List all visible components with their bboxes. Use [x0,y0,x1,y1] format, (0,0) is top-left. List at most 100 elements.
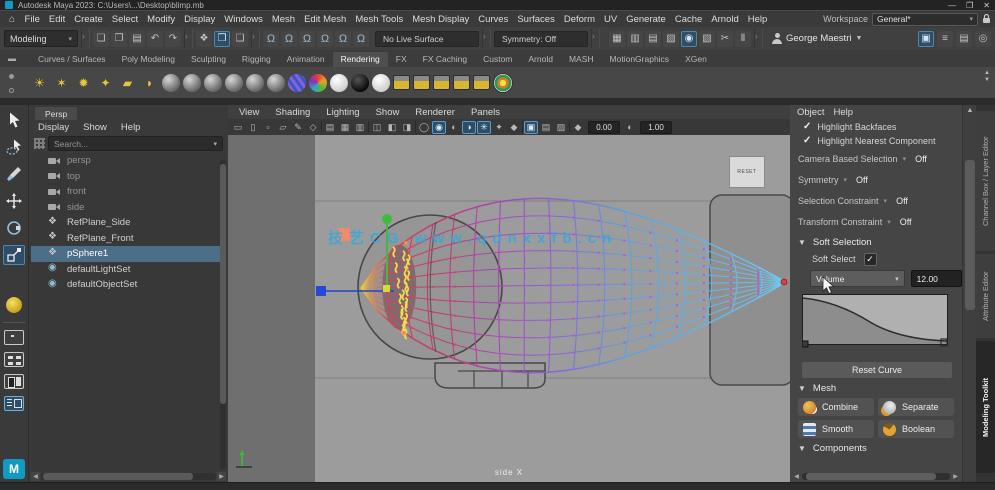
menu-item[interactable]: Mesh Tools [351,14,408,25]
shelf-tab[interactable]: FX Caching [415,52,475,67]
move-tool[interactable] [3,191,25,211]
select-component-icon[interactable]: ❑ [232,30,248,47]
camera-select-icon[interactable]: ▭ [231,121,245,134]
snap-to-grid-icon[interactable]: ▣ [524,120,538,134]
select-object-icon[interactable]: ❒ [214,30,230,47]
ipr-render-icon[interactable]: ▥ [627,30,643,47]
sidebar-vertical-tab[interactable]: Modeling Toolkit [976,341,995,473]
outliner-item[interactable]: side [31,200,226,216]
layout-two-pane-button[interactable] [4,374,24,389]
occlusion-icon[interactable]: ◨ [400,121,414,134]
material-ball-1[interactable] [162,73,180,92]
viewport-canvas[interactable]: 技艺CG www.qdnxxfb.cn RESET side X [228,135,790,483]
material-ball-6[interactable] [267,73,285,92]
outliner-item[interactable]: front [31,184,226,200]
vp-div-2[interactable] [368,121,369,133]
area-light-icon[interactable]: ▰ [118,73,137,92]
white-shader-ball-2[interactable] [372,73,390,92]
toolkit-vertical-scrollbar[interactable]: ▲ [962,105,977,483]
select-hierarchy-icon[interactable]: ❖ [196,30,212,47]
menu-item[interactable]: Edit Mesh [300,14,351,25]
vp-div-3[interactable] [415,121,416,133]
material-ball-5[interactable] [246,73,264,92]
outliner-item[interactable]: defaultLightSet [31,262,226,278]
use-default-material-icon[interactable]: ◫ [370,121,384,134]
soft-select-checkbox[interactable]: ✓ [863,252,877,266]
smooth-shade-icon[interactable]: ▦ [338,121,352,134]
toolbar-separator[interactable] [754,29,763,48]
symmetry-field[interactable]: Symmetry: Off [494,30,588,47]
cut-icon[interactable]: ✂ [717,30,733,47]
viewport-menu-item[interactable]: Shading [267,107,318,118]
scale-tool[interactable] [3,245,25,265]
render-target-icon[interactable] [493,72,513,93]
account-menu[interactable]: George Maestri ▼ [772,33,862,44]
shelf-tab[interactable]: Rigging [234,52,279,67]
gamma-field[interactable]: 1.00 [640,120,672,134]
channel-box-toggle-icon[interactable]: ▤ [956,30,972,47]
screen-space-ao-icon[interactable]: ✳ [477,120,491,134]
grease-pencil-icon[interactable]: ✎ [291,121,305,134]
toolkit-option-row[interactable]: Camera Based Selection ▾ Off [790,148,962,169]
motion-blur-icon[interactable]: ✦ [492,121,506,134]
live-surface-field[interactable]: No Live Surface [375,30,479,47]
toolbar-separator[interactable] [591,29,600,48]
directional-light-icon[interactable]: ✶ [52,73,71,92]
menu-item[interactable]: Curves [474,14,513,25]
modeling-toolkit-toggle-icon[interactable]: ▣ [918,30,934,47]
shelf-tab[interactable]: MASH [561,52,602,67]
lasso-tool[interactable] [3,137,25,157]
wireframe-on-shaded-icon[interactable]: ◐ [447,121,461,134]
menu-item[interactable]: Mesh [267,14,299,25]
shelf-tab[interactable]: Arnold [520,52,561,67]
shelf-tab[interactable]: Poly Modeling [114,52,183,67]
redo-icon[interactable]: ↷ [165,30,181,47]
render-clap-1[interactable] [393,75,410,90]
exposure-field[interactable]: 0.00 [588,120,620,134]
workspace-selector[interactable]: General* ▾ [872,12,978,26]
search-input[interactable]: Search... ▾ [48,136,223,151]
render-clap-4[interactable] [453,75,470,90]
outliner-item[interactable]: RefPlane_Front [31,231,226,247]
toolbar-separator[interactable] [251,29,260,48]
outliner-item[interactable]: RefPlane_Side [31,215,226,231]
outliner-horizontal-scrollbar[interactable]: ◀ ▶ [31,472,226,481]
viewport-menu-item[interactable]: Renderer [407,107,463,118]
toolkit-checkbox-row[interactable]: ✓ Highlight Backfaces [790,120,962,134]
shelf-tab[interactable]: MotionGraphics [602,52,678,67]
minimize-button[interactable]: — [948,1,956,10]
default-lighting-icon[interactable]: ◑ [462,120,476,134]
outliner-menu-item[interactable]: Show [76,122,114,133]
snap-curve-icon[interactable]: Ω [281,30,297,47]
arnold-shader-ball[interactable] [288,73,306,92]
vp-div-1[interactable] [321,121,322,133]
falloff-curve-graph[interactable] [801,294,952,353]
shelf-tab[interactable]: XGen [677,52,715,67]
shelf-tab[interactable]: Curves / Surfaces [30,52,114,67]
shelf-tab[interactable]: Sculpting [183,52,234,67]
volume-light-icon[interactable]: ◗ [140,73,159,92]
isolate-select-icon[interactable]: ◯ [417,121,431,134]
select-tool[interactable] [3,110,25,130]
point-light-icon[interactable]: ✹ [74,73,93,92]
highlighted-item-tool[interactable] [3,295,25,315]
home-icon[interactable]: ⌂ [4,14,20,25]
layout-four-pane-button[interactable] [4,352,24,367]
menu-item[interactable]: Generate [622,14,671,25]
mesh-operation-button[interactable]: Boolean [878,420,954,438]
outliner-menu-item[interactable]: Display [31,122,76,133]
spot-light-icon[interactable]: ✦ [96,73,115,92]
outliner-item[interactable]: pSphere1 [31,246,226,262]
gamma-icon[interactable]: ◐ [623,121,637,134]
menu-item[interactable]: UV [600,14,622,25]
menu-item[interactable]: File [20,14,44,25]
menu-item[interactable]: Cache [670,14,706,25]
viewport-menu-item[interactable]: Panels [463,107,508,118]
hypershade-icon[interactable]: ▨ [663,30,679,47]
close-button[interactable]: ✕ [983,1,990,10]
open-scene-icon[interactable]: ❐ [111,30,127,47]
image-plane-icon[interactable]: ▱ [276,121,290,134]
reset-curve-button[interactable]: Reset Curve [802,362,952,378]
menu-item[interactable]: Display [180,14,220,25]
two-d-pan-zoom-icon[interactable]: ◇ [306,121,320,134]
